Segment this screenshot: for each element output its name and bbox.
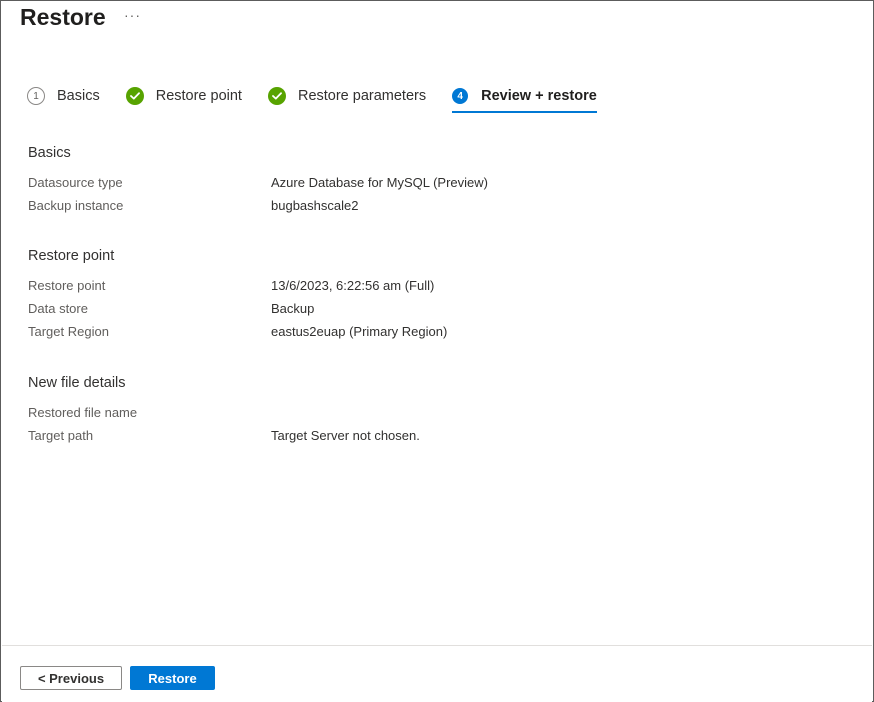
checkmark-icon (125, 87, 144, 105)
footer-bar: < Previous Restore (2, 645, 872, 702)
step-label: Review + restore (481, 88, 597, 104)
summary-row: Data store Backup (28, 301, 848, 321)
summary-row: Target path Target Server not chosen. (28, 428, 848, 448)
row-label: Restored file name (28, 405, 138, 420)
row-value: bugbashscale2 (271, 198, 359, 213)
row-value: eastus2euap (Primary Region) (271, 324, 448, 339)
page-title: Restore (20, 4, 106, 30)
summary-row: Restored file name (28, 405, 848, 425)
restore-button[interactable]: Restore (130, 666, 215, 690)
checkmark-icon (267, 87, 286, 105)
row-label: Data store (28, 301, 88, 316)
previous-button[interactable]: < Previous (20, 666, 122, 690)
step-basics[interactable]: 1 Basics (27, 85, 100, 107)
row-value: Target Server not chosen. (271, 428, 420, 443)
restore-blade: Restore ··· 1 Basics Restore point Resto… (0, 0, 874, 702)
step-label: Restore parameters (297, 88, 427, 104)
section-title-restore-point: Restore point (28, 248, 115, 264)
section-title-basics: Basics (28, 145, 71, 161)
step-restore-point[interactable]: Restore point (125, 85, 242, 107)
step-number-icon: 4 (452, 88, 469, 104)
summary-row: Backup instance bugbashscale2 (28, 198, 848, 218)
more-options-icon[interactable]: ··· (124, 7, 141, 23)
row-value: Azure Database for MySQL (Preview) (271, 175, 488, 190)
section-title-new-file-details: New file details (28, 375, 126, 391)
wizard-steps: 1 Basics Restore point Restore parameter… (27, 85, 623, 115)
summary-row: Datasource type Azure Database for MySQL… (28, 175, 848, 195)
row-label: Backup instance (28, 198, 124, 213)
summary-row: Restore point 13/6/2023, 6:22:56 am (Ful… (28, 278, 848, 298)
step-label: Basics (57, 88, 100, 104)
row-label: Restore point (28, 278, 106, 293)
row-label: Target path (28, 428, 94, 443)
step-review-restore[interactable]: 4 Review + restore (452, 85, 597, 113)
step-restore-parameters[interactable]: Restore parameters (267, 85, 427, 107)
step-label: Restore point (155, 88, 242, 104)
row-label: Datasource type (28, 175, 123, 190)
row-value: 13/6/2023, 6:22:56 am (Full) (271, 278, 435, 293)
row-label: Target Region (28, 324, 109, 339)
row-value: Backup (271, 301, 315, 316)
step-number-icon: 1 (27, 87, 45, 105)
summary-row: Target Region eastus2euap (Primary Regio… (28, 324, 848, 344)
